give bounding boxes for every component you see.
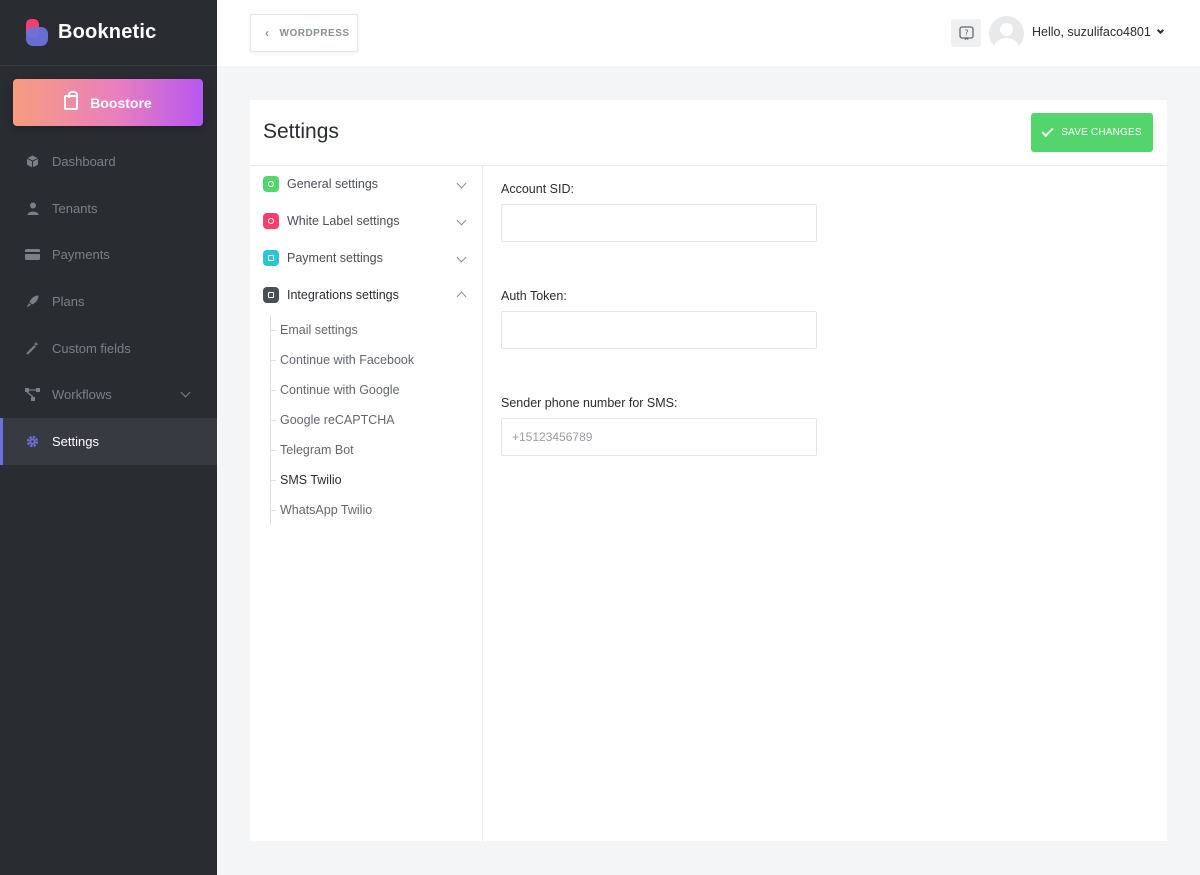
sidebar-item-label: Plans (52, 293, 85, 309)
back-label: WORDPRESS (279, 27, 350, 39)
sidebar-menu: Dashboard Tenants Payments Plans Custom … (0, 138, 217, 465)
account-sid-label: Account SID: (501, 182, 574, 196)
nav-group-integrations[interactable]: Integrations settings (250, 276, 482, 313)
white-label-icon (263, 213, 279, 230)
nav-group-label: Payment settings (287, 250, 383, 265)
user-greeting: Hello, suzulifaco4801 (1032, 25, 1151, 39)
sub-item-google-recaptcha[interactable]: Google reCAPTCHA (271, 405, 482, 435)
nav-group-label: White Label settings (287, 214, 400, 229)
nav-group-label: Integrations settings (287, 287, 399, 302)
settings-nav: General settings White Label settings Pa… (250, 166, 483, 841)
back-to-wordpress-button[interactable]: ‹ WORDPRESS (250, 14, 358, 52)
sender-phone-label: Sender phone number for SMS: (501, 396, 678, 410)
chevron-down-icon (456, 178, 467, 189)
sender-phone-group: Sender phone number for SMS: (501, 396, 817, 487)
rocket-icon (25, 295, 40, 308)
account-sid-group: Account SID: (501, 182, 817, 273)
nav-group-general[interactable]: General settings (250, 166, 482, 203)
save-changes-button[interactable]: SAVE CHANGES (1031, 113, 1153, 152)
nav-group-label: General settings (287, 177, 379, 192)
sms-twilio-form: Account SID: Auth Token: Sender phone nu… (501, 166, 817, 487)
sub-item-telegram-bot[interactable]: Telegram Bot (271, 435, 482, 465)
auth-token-label: Auth Token: (501, 289, 567, 303)
sub-item-continue-with-facebook[interactable]: Continue with Facebook (271, 345, 482, 375)
sidebar-item-label: Workflows (52, 387, 112, 403)
user-menu[interactable]: Hello, suzulifaco4801 (1032, 25, 1164, 39)
sidebar-item-dashboard[interactable]: Dashboard (0, 138, 217, 185)
sidebar-item-tenants[interactable]: Tenants (0, 185, 217, 232)
sidebar-item-workflows[interactable]: Workflows (0, 371, 217, 418)
sidebar-item-label: Dashboard (52, 153, 116, 169)
chevron-down-icon (1156, 26, 1164, 35)
sub-item-email-settings[interactable]: Email settings (271, 315, 482, 345)
nav-group-white-label[interactable]: White Label settings (250, 203, 482, 240)
check-icon (1041, 124, 1054, 138)
boostore-button[interactable]: Boostore (13, 79, 203, 126)
auth-token-input[interactable] (501, 311, 817, 349)
shopping-bag-icon (64, 91, 79, 110)
user-icon (25, 202, 40, 215)
sidebar-item-label: Tenants (52, 200, 98, 216)
save-label: SAVE CHANGES (1061, 127, 1142, 138)
sub-item-sms-twilio[interactable]: SMS Twilio (271, 465, 482, 495)
nav-group-payment[interactable]: Payment settings (250, 240, 482, 277)
page-title: Settings (263, 120, 339, 143)
sidebar-item-label: Payments (52, 247, 110, 263)
top-bar: ‹ WORDPRESS ? Hello, suzulifaco4801 (217, 0, 1200, 66)
booknetic-logo (26, 18, 48, 47)
sidebar-item-payments[interactable]: Payments (0, 231, 217, 278)
sidebar-item-settings[interactable]: Settings (0, 418, 217, 465)
chevron-left-icon: ‹ (265, 26, 270, 40)
sidebar: Booknetic Boostore Dashboard Tenants Pay… (0, 0, 217, 875)
account-sid-input[interactable] (501, 204, 817, 242)
sub-item-whatsapp-twilio[interactable]: WhatsApp Twilio (271, 495, 482, 525)
credit-card-icon (25, 248, 40, 261)
auth-token-group: Auth Token: (501, 289, 817, 380)
integrations-icon (263, 286, 279, 303)
sidebar-item-label: Custom fields (52, 340, 131, 356)
sub-item-continue-with-google[interactable]: Continue with Google (271, 375, 482, 405)
cube-icon (25, 155, 40, 168)
sidebar-item-plans[interactable]: Plans (0, 278, 217, 325)
sender-phone-input[interactable] (501, 418, 817, 456)
help-icon: ? (958, 25, 974, 40)
svg-text:?: ? (964, 28, 968, 37)
avatar[interactable] (989, 16, 1024, 51)
sidebar-item-custom-fields[interactable]: Custom fields (0, 325, 217, 372)
workflow-icon (25, 388, 40, 402)
chevron-down-icon[interactable] (180, 387, 191, 398)
settings-card: Settings SAVE CHANGES General settings W… (250, 100, 1167, 841)
help-button[interactable]: ? (951, 19, 981, 47)
brand[interactable]: Booknetic (0, 0, 217, 66)
boostore-label: Boostore (90, 94, 152, 111)
payment-settings-icon (263, 249, 279, 266)
chevron-down-icon (456, 252, 467, 263)
chevron-down-icon (456, 215, 467, 226)
chevron-up-icon (456, 291, 467, 302)
sidebar-item-label: Settings (52, 433, 99, 449)
gear-icon (25, 435, 40, 448)
general-settings-icon (263, 176, 279, 193)
brand-name: Booknetic (58, 21, 157, 43)
magic-wand-icon (25, 341, 40, 355)
integrations-sub-list: Email settings Continue with Facebook Co… (270, 315, 482, 526)
